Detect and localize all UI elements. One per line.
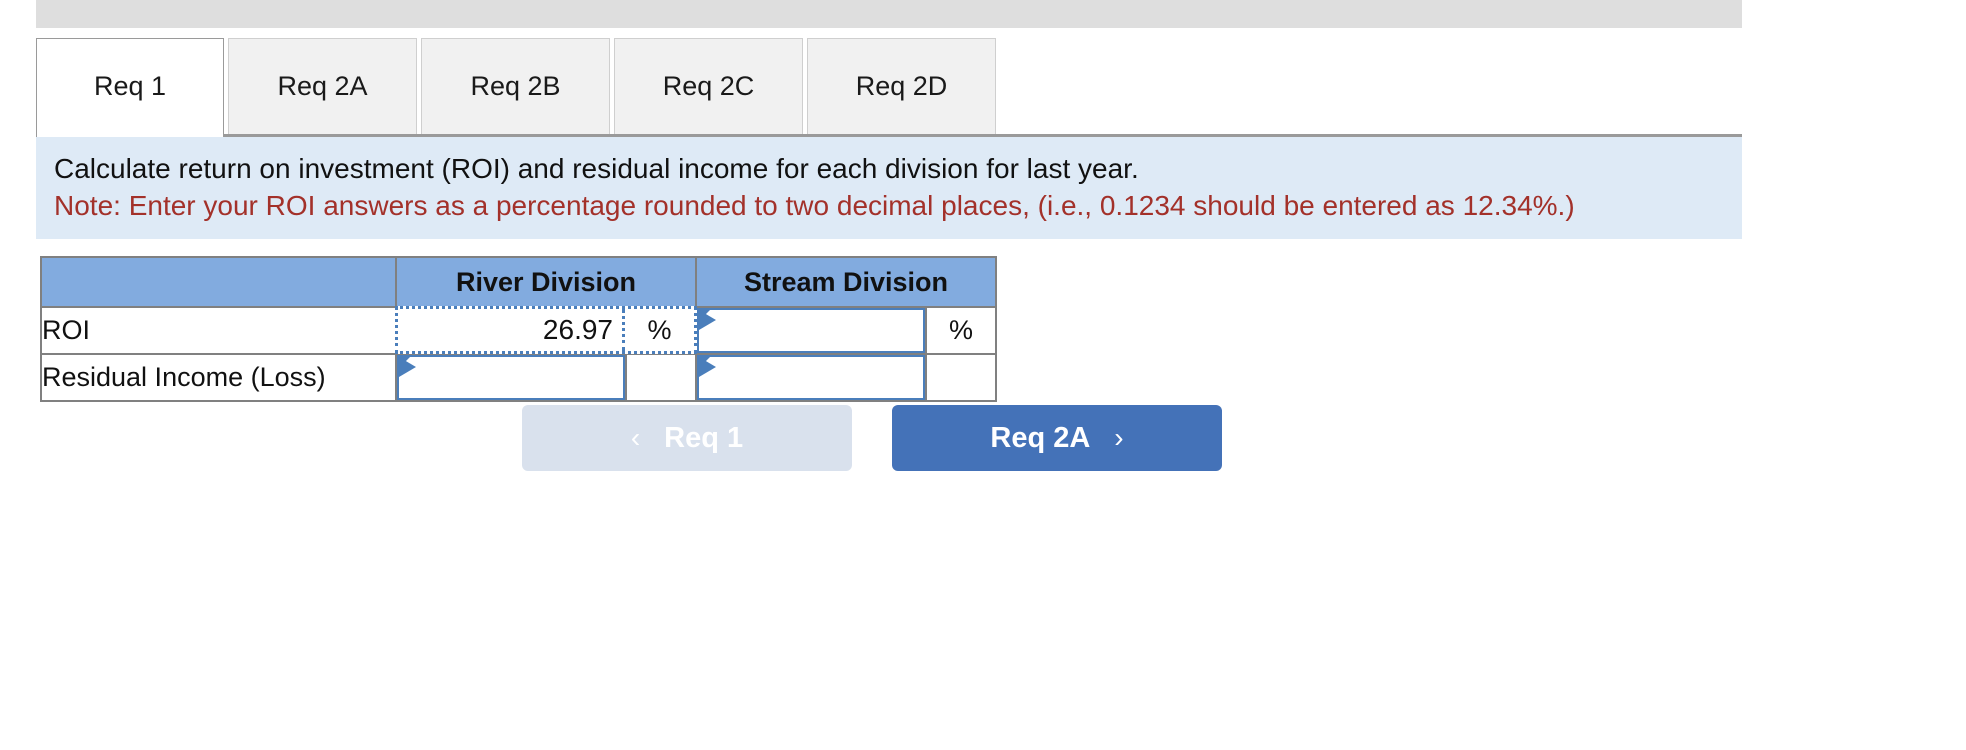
roi-river-value: 26.97 — [542, 314, 613, 345]
chevron-left-icon: ‹ — [630, 422, 641, 453]
tab-label: Req 1 — [93, 71, 167, 101]
instruction-text: Calculate return on investment (ROI) and… — [54, 153, 1139, 184]
row-label-residual-income: Residual Income (Loss) — [40, 353, 397, 402]
header-blank — [40, 256, 397, 308]
table-row-roi: ROI 26.97 % % — [40, 306, 997, 355]
answer-table: River Division Stream Division ROI 26.97… — [40, 256, 997, 402]
cell-flag-icon — [399, 357, 416, 377]
cell-residual-stream[interactable] — [695, 353, 927, 402]
cell-roi-stream[interactable] — [695, 306, 927, 355]
chevron-right-icon: › — [1114, 422, 1124, 453]
cell-flag-icon — [699, 357, 716, 377]
toolbar-strip — [36, 0, 1742, 28]
navigation-buttons: ‹ Req 1 Req 2A › — [522, 405, 1222, 471]
residual-river-input[interactable] — [397, 355, 625, 400]
cell-residual-stream-unit — [925, 353, 997, 402]
residual-stream-input[interactable] — [697, 355, 925, 400]
requirement-tabs: Req 1 Req 2A Req 2B Req 2C Req 2D — [36, 36, 1000, 137]
roi-river-unit: % — [647, 314, 672, 345]
cell-roi-stream-unit: % — [925, 306, 997, 355]
row-label-roi: ROI — [40, 306, 397, 355]
cell-residual-river-unit — [625, 353, 697, 402]
tab-req-2a[interactable]: Req 2A — [228, 38, 417, 134]
instruction-panel: Calculate return on investment (ROI) and… — [36, 134, 1742, 239]
next-button-label: Req 2A — [990, 421, 1091, 454]
table-header-row: River Division Stream Division — [40, 256, 997, 308]
header-river-division: River Division — [395, 256, 697, 308]
next-requirement-button[interactable]: Req 2A › — [892, 405, 1222, 471]
tab-req-2c[interactable]: Req 2C — [614, 38, 803, 134]
roi-river-input-selected[interactable]: 26.97 % — [395, 306, 697, 354]
tab-req-1[interactable]: Req 1 — [36, 38, 224, 137]
tab-label: Req 2B — [470, 71, 561, 101]
header-stream-division: Stream Division — [695, 256, 997, 308]
worksheet-page: Req 1 Req 2A Req 2B Req 2C Req 2D Calcul… — [0, 0, 1966, 750]
tab-req-2d[interactable]: Req 2D — [807, 38, 996, 134]
instruction-note: Note: Enter your ROI answers as a percen… — [54, 189, 1575, 221]
tab-label: Req 2D — [855, 71, 948, 101]
cell-roi-river[interactable]: 26.97 % — [395, 306, 697, 355]
prev-button-label: Req 1 — [664, 421, 744, 454]
prev-requirement-button[interactable]: ‹ Req 1 — [522, 405, 852, 471]
tab-label: Req 2C — [662, 71, 755, 101]
cell-flag-icon — [699, 310, 716, 330]
table-row-residual-income: Residual Income (Loss) — [40, 353, 997, 402]
tab-label: Req 2A — [277, 71, 368, 101]
roi-stream-input[interactable] — [697, 308, 925, 353]
tab-req-2b[interactable]: Req 2B — [421, 38, 610, 134]
cell-residual-river[interactable] — [395, 353, 627, 402]
